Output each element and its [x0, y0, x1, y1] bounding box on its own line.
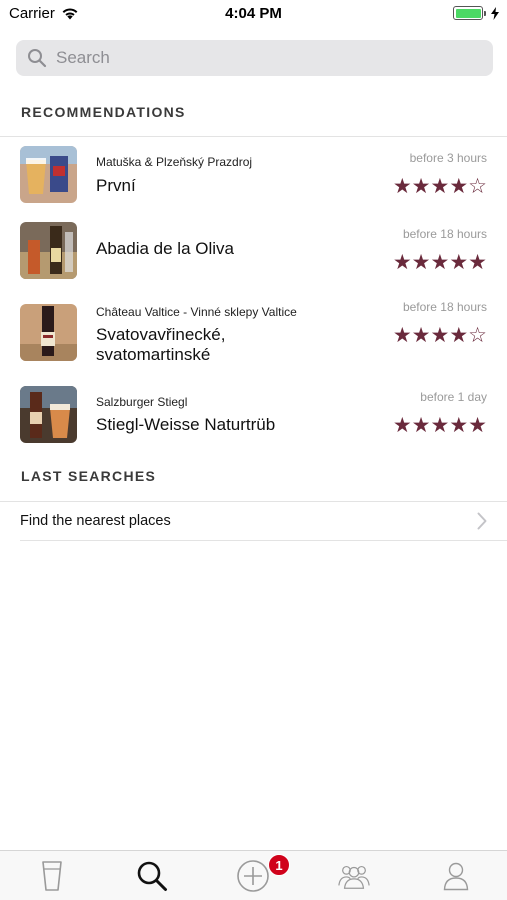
tab-search[interactable]	[135, 859, 169, 893]
tab-beer[interactable]	[35, 859, 69, 893]
product-thumbnail	[20, 146, 77, 203]
producer-name: Salzburger Stiegl	[96, 395, 188, 409]
recommendation-item[interactable]: Abadia de la Oliva before 18 hours ★★★★★	[0, 216, 507, 286]
beer-glass-icon	[42, 861, 62, 891]
tab-profile[interactable]	[439, 859, 473, 893]
add-circle-icon	[237, 860, 269, 892]
product-name: Svatovavřinecké, svatomartinské	[96, 325, 376, 365]
last-searches-header: LAST SEARCHES	[21, 468, 157, 484]
recommendations-header: RECOMMENDATIONS	[21, 104, 186, 120]
rating-stars: ★★★★☆	[392, 324, 487, 347]
product-name: Stiegl-Weisse Naturtrüb	[96, 415, 276, 434]
tab-add[interactable]	[236, 859, 270, 893]
recommendation-item[interactable]: Salzburger Stiegl Stiegl-Weisse Naturtrü…	[0, 380, 507, 450]
search-icon	[137, 861, 167, 891]
tab-bar: 1	[0, 850, 507, 900]
product-thumbnail	[20, 386, 77, 443]
product-name: První	[96, 176, 136, 195]
producer-name: Matuška & Plzeňský Prazdroj	[96, 155, 253, 169]
tab-friends[interactable]	[337, 859, 371, 893]
time-ago: before 18 hours	[402, 300, 487, 314]
rating-stars: ★★★★★	[392, 414, 487, 437]
search-icon	[28, 49, 47, 68]
divider	[0, 136, 507, 137]
time-ago: before 18 hours	[402, 227, 487, 241]
chevron-right-icon	[477, 512, 487, 530]
product-name-line-2: svatomartinské	[96, 345, 211, 364]
product-name: Abadia de la Oliva	[96, 239, 234, 258]
last-search-label: Find the nearest places	[20, 513, 171, 529]
recommendation-item[interactable]: Matuška & Plzeňský Prazdroj První before…	[0, 140, 507, 210]
notification-badge: 1	[268, 854, 290, 876]
status-right	[453, 6, 499, 20]
divider	[20, 540, 507, 541]
rating-stars: ★★★★★	[392, 251, 487, 274]
profile-icon	[443, 862, 469, 891]
status-bar: Carrier 4:04 PM	[0, 0, 507, 28]
producer-name: Château Valtice - Vinné sklepy Valtice	[96, 305, 297, 319]
time-ago: before 1 day	[420, 390, 487, 404]
product-name-line-1: Svatovavřinecké,	[96, 325, 226, 344]
search-bar[interactable]	[16, 40, 493, 76]
battery-icon	[453, 6, 486, 20]
last-search-item[interactable]: Find the nearest places	[20, 502, 487, 540]
bolt-icon	[491, 6, 499, 20]
product-thumbnail	[20, 222, 77, 279]
recommendation-item[interactable]: Château Valtice - Vinné sklepy Valtice S…	[0, 290, 507, 364]
friends-icon	[338, 865, 370, 889]
product-thumbnail	[20, 304, 77, 361]
rating-stars: ★★★★☆	[392, 175, 487, 198]
search-input[interactable]	[56, 48, 476, 68]
status-time: 4:04 PM	[225, 5, 282, 22]
time-ago: before 3 hours	[409, 151, 487, 165]
